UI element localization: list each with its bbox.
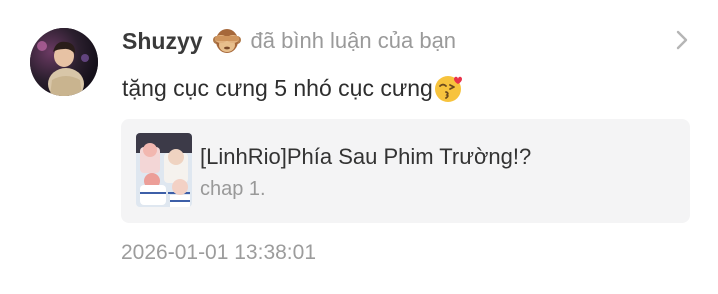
timestamp: 2026-01-01 13:38:01	[121, 241, 316, 264]
see-no-evil-monkey-icon	[212, 28, 241, 54]
comment-notification[interactable]: Shuzyy đã bình luận của bạn tặng cục cưn…	[0, 0, 718, 294]
post-thumbnail	[136, 133, 192, 207]
notification-header: Shuzyy đã bình luận của bạn	[122, 26, 456, 56]
comment-text: tặng cục cưng 5 nhó cục cưng	[122, 74, 433, 101]
chevron-right-icon[interactable]	[672, 28, 692, 52]
kissing-heart-emoji-icon	[434, 73, 464, 103]
comment: tặng cục cưng 5 nhó cục cưng	[122, 72, 464, 104]
username[interactable]: Shuzyy	[122, 28, 203, 55]
post-chapter: chap 1.	[200, 178, 266, 200]
action-text: đã bình luận của bạn	[250, 28, 457, 53]
post-title: [LinhRio]Phía Sau Phim Trường!?	[200, 144, 532, 169]
linked-post-card[interactable]: [LinhRio]Phía Sau Phim Trường!? chap 1.	[121, 119, 690, 223]
avatar[interactable]	[30, 28, 98, 96]
